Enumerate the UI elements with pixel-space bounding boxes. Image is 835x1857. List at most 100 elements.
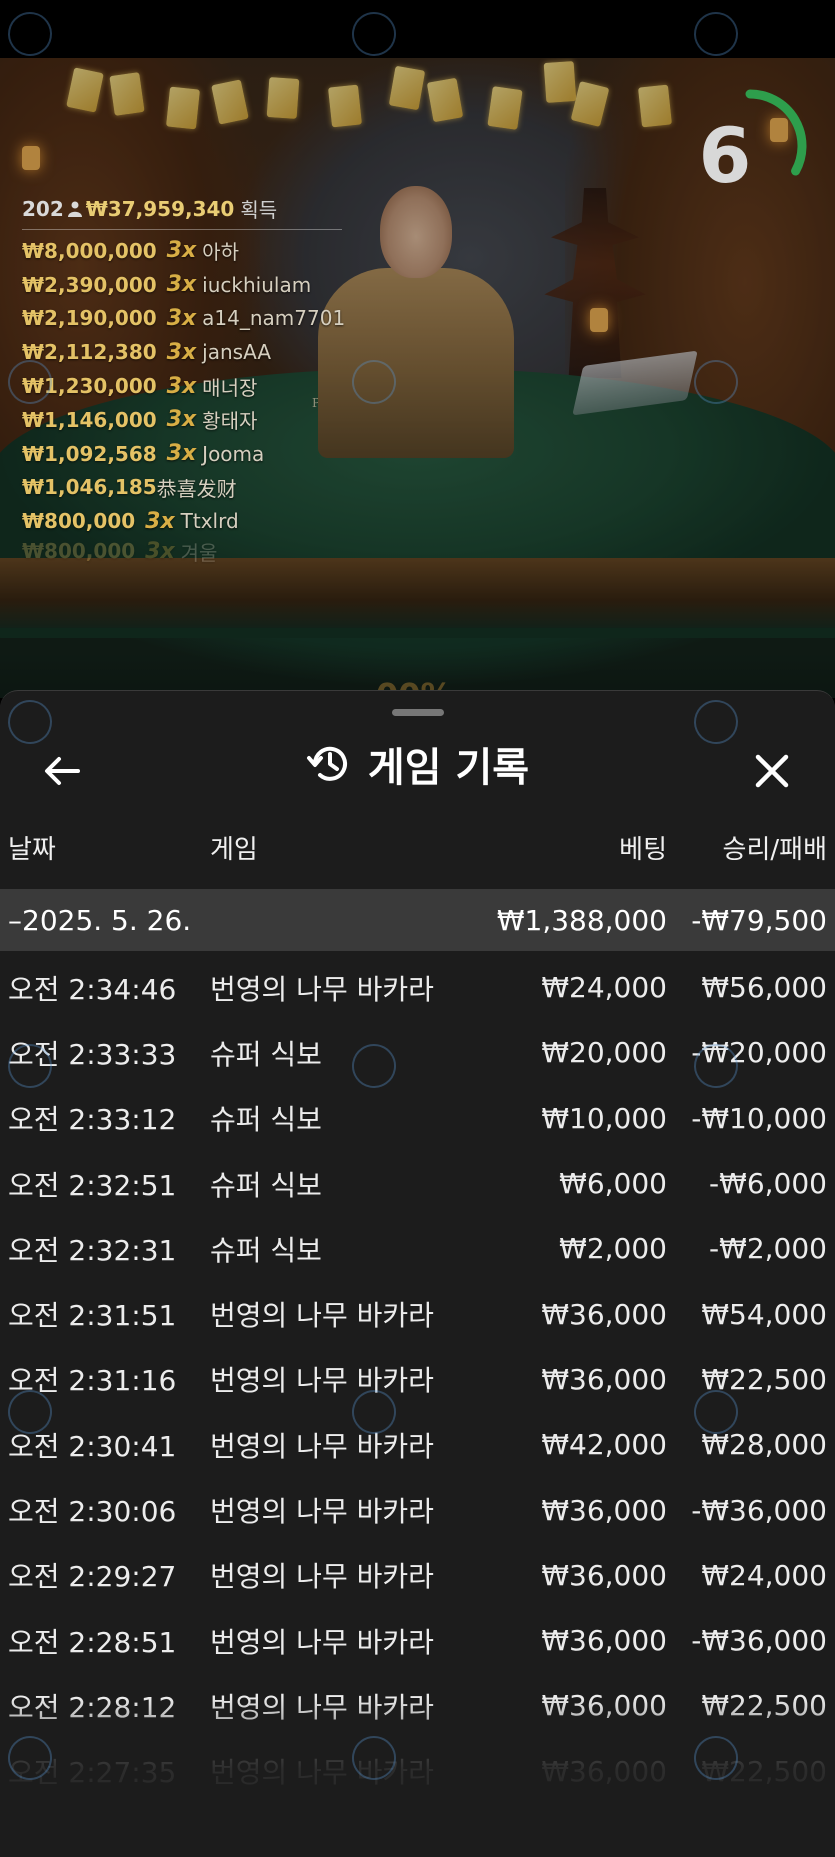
- winner-multiplier: 3x: [166, 441, 197, 467]
- gold-tag: [543, 61, 577, 103]
- row-bet: ₩10,000: [541, 1101, 667, 1135]
- winner-multiplier: 3x: [166, 407, 197, 433]
- row-bet: ₩42,000: [541, 1428, 667, 1462]
- row-game: 번영의 나무 바카라: [210, 1625, 434, 1659]
- history-row[interactable]: 오전 2:27:35 번영의 나무 바카라 ₩36,000 ₩22,500: [0, 1739, 835, 1804]
- winners-list: 202 ₩37,959,340 획득 ₩8,000,000 3x 아하 ₩2,3…: [22, 194, 345, 564]
- winner-multiplier: 3x: [145, 538, 175, 564]
- row-game: 번영의 나무 바카라: [210, 1299, 434, 1333]
- row-result: ₩28,000: [701, 1428, 827, 1462]
- row-bet: ₩24,000: [541, 971, 667, 1005]
- history-row[interactable]: 오전 2:28:12 번영의 나무 바카라 ₩36,000 ₩22,500: [0, 1673, 835, 1738]
- row-bet: ₩36,000: [541, 1624, 667, 1658]
- winner-multiplier: 3x: [166, 339, 197, 365]
- row-bet: ₩36,000: [541, 1493, 667, 1527]
- history-row[interactable]: 오전 2:32:31 슈퍼 식보 ₩2,000 -₩2,000: [0, 1216, 835, 1281]
- date-group-label: –2025. 5. 26.: [8, 903, 192, 937]
- date-group-bet-total: ₩1,388,000: [496, 903, 667, 937]
- winner-row: ₩2,112,380 3x jansAA: [22, 335, 345, 369]
- row-game: 번영의 나무 바카라: [210, 1690, 434, 1724]
- column-header-date[interactable]: 날짜: [8, 829, 56, 866]
- row-game: 슈퍼 식보: [210, 1168, 322, 1202]
- row-result: ₩56,000: [701, 971, 827, 1005]
- row-game: 슈퍼 식보: [210, 1037, 322, 1071]
- history-row[interactable]: 오전 2:30:06 번영의 나무 바카라 ₩36,000 -₩36,000: [0, 1477, 835, 1542]
- history-row[interactable]: 오전 2:33:12 슈퍼 식보 ₩10,000 -₩10,000: [0, 1086, 835, 1151]
- column-header-result[interactable]: 승리/패배: [723, 829, 827, 866]
- gold-tag: [487, 86, 523, 130]
- sheet-title-text: 게임 기록: [367, 745, 530, 791]
- row-game: 슈퍼 식보: [210, 1233, 322, 1267]
- gold-tag: [109, 72, 145, 116]
- row-game: 번영의 나무 바카라: [210, 1429, 434, 1463]
- winner-name: 아하: [202, 240, 239, 265]
- history-row[interactable]: 오전 2:28:51 번영의 나무 바카라 ₩36,000 -₩36,000: [0, 1608, 835, 1673]
- row-game: 번영의 나무 바카라: [210, 1495, 434, 1529]
- gold-tag: [426, 77, 464, 123]
- winner-row: ₩2,190,000 3x a14_nam7701: [22, 302, 345, 336]
- pagoda: [544, 188, 646, 378]
- row-game: 슈퍼 식보: [210, 1103, 322, 1137]
- row-time: 오전 2:30:41: [8, 1429, 177, 1463]
- winner-multiplier: 3x: [166, 305, 197, 331]
- history-row[interactable]: 오전 2:31:51 번영의 나무 바카라 ₩36,000 ₩54,000: [0, 1281, 835, 1346]
- column-header-bet[interactable]: 베팅: [619, 829, 667, 866]
- row-result: -₩20,000: [691, 1036, 827, 1070]
- row-bet: ₩36,000: [541, 1754, 667, 1788]
- row-time: 오전 2:31:16: [8, 1364, 177, 1398]
- history-row[interactable]: 오전 2:30:41 번영의 나무 바카라 ₩42,000 ₩28,000: [0, 1412, 835, 1477]
- felt-banker-label: BANKER: [446, 396, 507, 410]
- winner-row: ₩1,046,185 恭喜发财: [22, 471, 345, 505]
- column-header-game[interactable]: 게임: [210, 829, 258, 866]
- row-result: ₩54,000: [701, 1297, 827, 1331]
- row-time: 오전 2:33:33: [8, 1037, 177, 1071]
- row-game: 번영의 나무 바카라: [210, 972, 434, 1006]
- winner-name: jansAA: [202, 340, 271, 365]
- gold-tag: [266, 77, 300, 119]
- history-row[interactable]: 오전 2:29:27 번영의 나무 바카라 ₩36,000 ₩24,000: [0, 1543, 835, 1608]
- winner-name: 매너장: [202, 375, 258, 400]
- dealer-head: [380, 186, 452, 278]
- row-bet: ₩2,000: [559, 1232, 667, 1266]
- winners-header: 202 ₩37,959,340 획득: [22, 194, 342, 230]
- row-bet: ₩36,000: [541, 1689, 667, 1723]
- gold-tag: [570, 80, 610, 128]
- close-button[interactable]: [742, 741, 802, 801]
- table-rim: [0, 558, 835, 628]
- date-group-result-total: -₩79,500: [691, 903, 827, 937]
- row-time: 오전 2:28:12: [8, 1690, 177, 1724]
- lantern: [590, 308, 608, 332]
- row-bet: ₩20,000: [541, 1036, 667, 1070]
- history-row[interactable]: 오전 2:31:16 번영의 나무 바카라 ₩36,000 ₩22,500: [0, 1347, 835, 1412]
- gold-tag: [165, 86, 201, 130]
- date-group-row[interactable]: –2025. 5. 26. ₩1,388,000 -₩79,500: [0, 889, 835, 951]
- gold-tag: [66, 67, 104, 113]
- winner-multiplier: 3x: [166, 373, 197, 399]
- winner-name: 겨울: [180, 540, 218, 565]
- row-time: 오전 2:30:06: [8, 1495, 177, 1529]
- winner-amount: ₩1,092,568: [22, 441, 157, 466]
- row-result: ₩22,500: [701, 1362, 827, 1396]
- row-game: 번영의 나무 바카라: [210, 1756, 434, 1790]
- history-row[interactable]: 오전 2:32:51 슈퍼 식보 ₩6,000 -₩6,000: [0, 1151, 835, 1216]
- history-row[interactable]: 오전 2:34:46 번영의 나무 바카라 ₩24,000 ₩56,000: [0, 955, 835, 1020]
- sheet-title: 게임 기록: [0, 735, 835, 793]
- person-icon: [67, 201, 82, 217]
- winner-name: Ttxlrd: [180, 509, 239, 534]
- winner-row: ₩2,390,000 3x iuckhiulam: [22, 268, 345, 302]
- row-result: -₩2,000: [709, 1232, 827, 1266]
- row-result: -₩36,000: [691, 1624, 827, 1658]
- winner-name: 恭喜发财: [156, 476, 237, 501]
- card-shoe: [572, 350, 698, 416]
- winners-total: ₩37,959,340: [85, 196, 235, 221]
- winner-multiplier: 3x: [145, 508, 175, 534]
- gold-tag: [388, 65, 426, 111]
- winner-amount: ₩1,230,000: [22, 374, 157, 399]
- history-row[interactable]: 오전 2:33:33 슈퍼 식보 ₩20,000 -₩20,000: [0, 1020, 835, 1085]
- row-game: 번영의 나무 바카라: [210, 1364, 434, 1398]
- drag-handle[interactable]: [392, 709, 444, 716]
- winner-amount: ₩2,390,000: [22, 272, 157, 297]
- row-time: 오전 2:31:51: [8, 1299, 177, 1333]
- gold-tag: [327, 84, 363, 128]
- row-result: -₩36,000: [691, 1493, 827, 1527]
